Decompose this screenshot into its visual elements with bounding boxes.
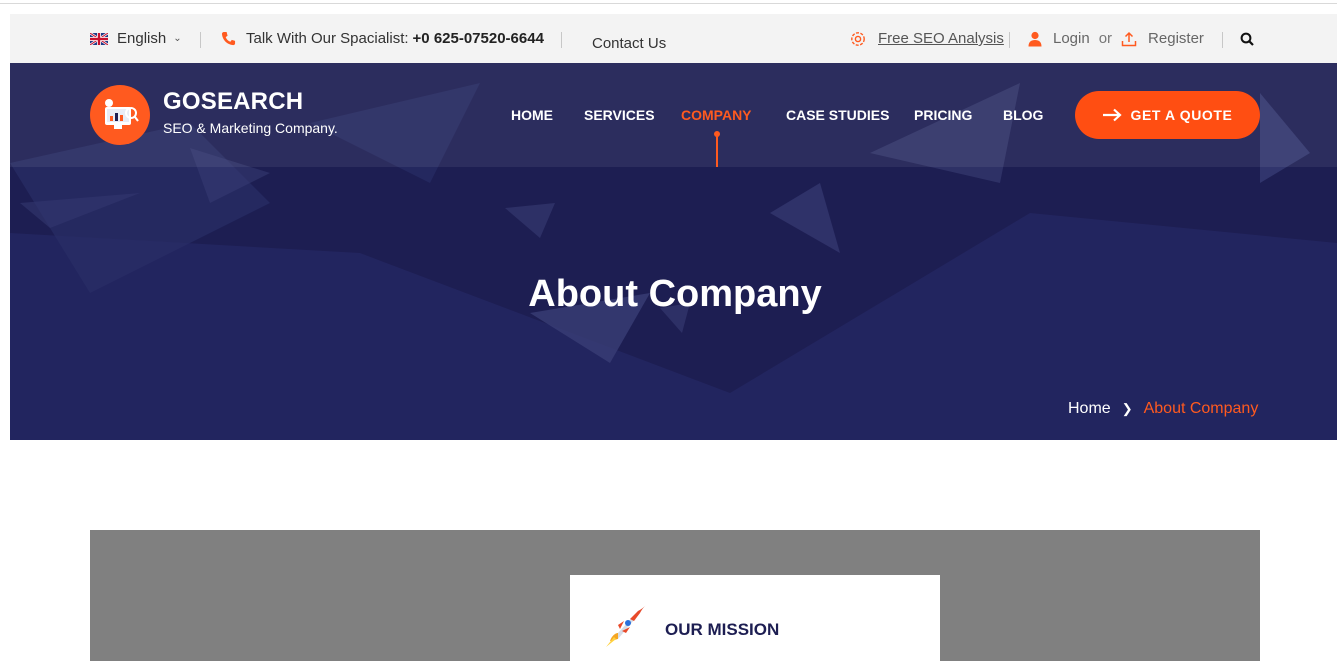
- mission-title: OUR MISSION: [665, 620, 780, 639]
- nav-item-company[interactable]: COMPANY: [681, 107, 752, 123]
- nav-item-services[interactable]: SERVICES: [584, 107, 655, 123]
- seo-analysis-icon: [851, 31, 865, 46]
- get-a-quote-button[interactable]: GET A QUOTE: [1075, 91, 1260, 139]
- upload-icon: [1121, 31, 1137, 46]
- brand: GOSEARCH SEO & Marketing Company.: [163, 88, 338, 136]
- separator: [1009, 32, 1010, 48]
- user-icon: [1028, 31, 1042, 46]
- nav-item-pricing[interactable]: PRICING: [914, 107, 972, 123]
- nav-item-case-studies[interactable]: CASE STUDIES: [786, 107, 889, 123]
- breadcrumb-home[interactable]: Home: [1068, 400, 1111, 418]
- contact-us-link[interactable]: Contact Us: [592, 19, 666, 68]
- register-link[interactable]: Register: [1148, 30, 1204, 47]
- nav-item-home[interactable]: HOME: [511, 107, 553, 123]
- separator: [200, 32, 201, 48]
- page-title: About Company: [528, 273, 822, 315]
- arrow-right-icon: [1103, 108, 1123, 122]
- phone-info[interactable]: Talk With Our Spacialist: +0 625-07520-6…: [221, 14, 544, 63]
- language-label: English: [117, 30, 167, 47]
- brand-tagline: SEO & Marketing Company.: [163, 120, 338, 136]
- active-nav-indicator: [714, 131, 720, 167]
- seo-analysis-link[interactable]: Free SEO Analysis: [878, 30, 1004, 47]
- language-selector[interactable]: English ⌄: [90, 14, 182, 63]
- brand-name[interactable]: GOSEARCH: [163, 88, 338, 116]
- phone-icon: [221, 31, 236, 46]
- search-button[interactable]: [1240, 14, 1254, 63]
- hero-banner: GOSEARCH SEO & Marketing Company. HOME S…: [10, 63, 1337, 440]
- brand-logo[interactable]: [90, 85, 150, 145]
- breadcrumb: Home ❯ About Company: [1068, 400, 1258, 418]
- top-bar: English ⌄ Talk With Our Spacialist: +0 6…: [10, 14, 1337, 63]
- login-link[interactable]: Login: [1053, 30, 1090, 47]
- uk-flag-icon: [90, 32, 108, 45]
- free-seo-analysis[interactable]: Free SEO Analysis: [850, 14, 1004, 63]
- chevron-down-icon: ⌄: [173, 33, 182, 44]
- top-divider: [0, 3, 1337, 4]
- mission-card: OUR MISSION: [570, 575, 940, 661]
- phone-prefix: Talk With Our Spacialist:: [246, 30, 409, 47]
- search-icon: [1240, 32, 1254, 46]
- chevron-right-icon: ❯: [1121, 401, 1133, 416]
- phone-number: +0 625-07520-6644: [412, 30, 544, 47]
- separator: [1222, 32, 1223, 48]
- page: English ⌄ Talk With Our Spacialist: +0 6…: [0, 0, 1337, 661]
- separator: [561, 32, 562, 48]
- nav-item-blog[interactable]: BLOG: [1003, 107, 1043, 123]
- breadcrumb-current: About Company: [1143, 400, 1259, 417]
- get-a-quote-label: GET A QUOTE: [1130, 107, 1233, 123]
- seo-monitor-icon: [105, 99, 139, 129]
- rocket-icon: [606, 605, 646, 647]
- or-text: or: [1098, 30, 1113, 47]
- account-links: Login or Register: [1028, 14, 1204, 63]
